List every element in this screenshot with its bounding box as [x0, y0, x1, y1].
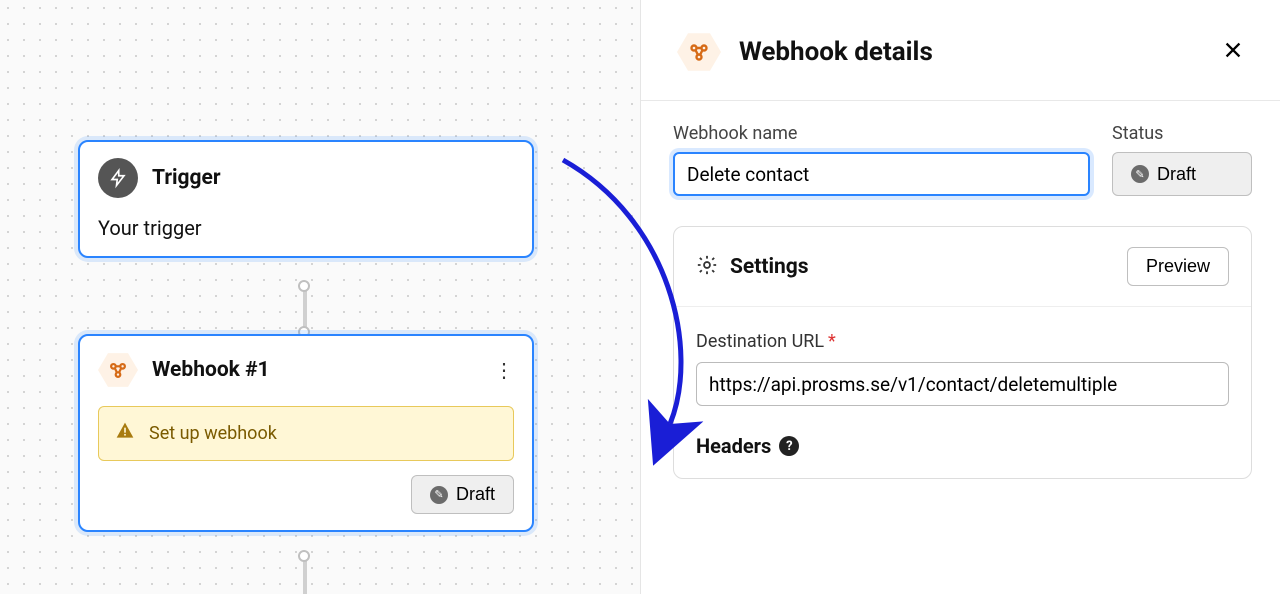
panel-title: Webhook details: [739, 37, 933, 67]
pencil-icon: ✎: [430, 486, 448, 504]
destination-url-label: Destination URL*: [696, 331, 1229, 352]
destination-url-input[interactable]: [696, 362, 1229, 406]
draft-status-button[interactable]: ✎ Draft: [411, 475, 514, 514]
webhook-name-input[interactable]: [673, 152, 1090, 196]
connector-dot: [298, 550, 310, 562]
close-icon[interactable]: [1222, 39, 1244, 66]
settings-title: Settings: [730, 255, 809, 279]
headers-section-header: Headers ?: [696, 434, 1229, 470]
details-panel: Webhook details Webhook name Status ✎ Dr…: [640, 0, 1280, 594]
trigger-title: Trigger: [152, 166, 221, 190]
help-icon[interactable]: ?: [779, 436, 799, 456]
node-webhook[interactable]: Webhook #1 ⋮ Set up webhook ✎ Draft: [78, 334, 534, 532]
webhook-title: Webhook #1: [152, 358, 270, 382]
warning-icon: [115, 421, 135, 446]
connector-line: [303, 556, 307, 594]
workflow-canvas[interactable]: Trigger Your trigger Webhook #1 ⋮ Set up…: [0, 0, 640, 594]
node-trigger[interactable]: Trigger Your trigger: [78, 140, 534, 258]
panel-header: Webhook details: [641, 0, 1280, 101]
more-menu-icon[interactable]: ⋮: [494, 365, 514, 375]
status-value: Draft: [1157, 164, 1196, 185]
preview-button[interactable]: Preview: [1127, 247, 1229, 286]
name-label: Webhook name: [673, 123, 1090, 144]
setup-warning-banner[interactable]: Set up webhook: [98, 406, 514, 461]
connector-dot: [298, 280, 310, 292]
headers-label: Headers: [696, 434, 771, 458]
webhook-icon: [98, 352, 138, 388]
required-star-icon: *: [828, 331, 836, 352]
status-label: Status: [1112, 123, 1252, 144]
trigger-subtitle: Your trigger: [98, 216, 514, 240]
settings-card: Settings Preview Destination URL* Header…: [673, 226, 1252, 479]
warning-text: Set up webhook: [149, 423, 277, 444]
draft-status-label: Draft: [456, 484, 495, 505]
lightning-icon: [98, 158, 138, 198]
webhook-icon: [677, 32, 721, 72]
gear-icon: [696, 254, 718, 280]
status-button[interactable]: ✎ Draft: [1112, 152, 1252, 196]
connector-line: [303, 286, 307, 332]
pencil-icon: ✎: [1131, 165, 1149, 183]
